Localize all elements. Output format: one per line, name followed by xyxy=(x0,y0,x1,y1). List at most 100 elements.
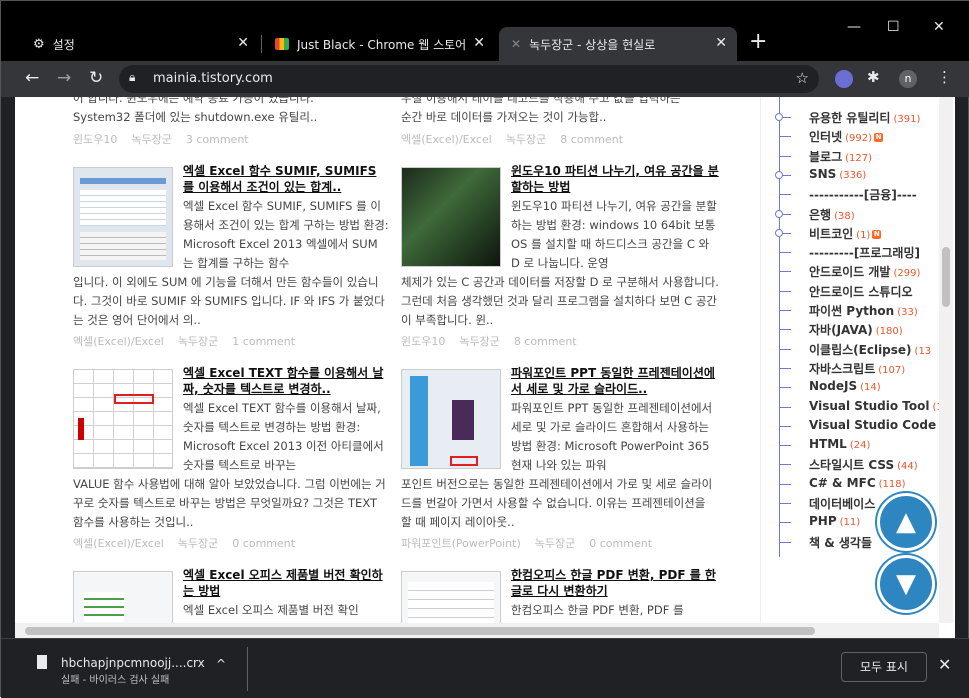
post-category[interactable]: 엑셀(Excel)/Excel xyxy=(73,335,164,348)
post-author[interactable]: 녹두장군 xyxy=(535,537,575,550)
maximize-button[interactable]: ☐ xyxy=(887,19,900,35)
post-card[interactable]: 파워포인트 PPT 동일한 프레젠테이션에서 세로 및 가로 슬라이드.. 파워… xyxy=(401,365,719,550)
post-title[interactable]: 엑셀 Excel 함수 SUMIF, SUMIFS 를 이용해서 조건이 있는 … xyxy=(183,163,391,195)
scroll-down-button[interactable]: ▼ xyxy=(877,555,935,613)
sidebar-category-item[interactable]: 자바(JAVA) (180) xyxy=(809,321,903,338)
sidebar-category-item[interactable]: 책 & 생각들 xyxy=(809,534,872,551)
post-author[interactable]: 녹두장군 xyxy=(131,133,171,146)
close-download-bar-button[interactable]: ✕ xyxy=(938,655,951,674)
sidebar-category-item[interactable]: 안드로이드 개발 (299) xyxy=(809,263,920,280)
post-category[interactable]: 파워포인트(PowerPoint) xyxy=(401,537,521,550)
tab-settings[interactable]: ⚙ 설정 ✕ xyxy=(21,27,259,61)
post-comments[interactable]: 3 comment xyxy=(186,133,249,146)
sidebar-category-item[interactable]: 파이썬 Python (33) xyxy=(809,302,918,319)
category-count: (336) xyxy=(839,169,867,181)
post-author[interactable]: 녹두장군 xyxy=(178,335,218,348)
profile-avatar[interactable]: n xyxy=(899,70,917,88)
download-filename[interactable]: hbchapjnpcmnoojj....crx xyxy=(61,656,205,670)
scroll-up-button[interactable]: ▲ xyxy=(877,493,935,551)
minimize-button[interactable]: — xyxy=(847,19,861,35)
post-thumbnail[interactable] xyxy=(401,167,501,267)
post-thumbnail[interactable] xyxy=(73,167,173,267)
post-excerpt: 윈도우10 파티션 나누기, 여유 공간을 분할하는 방법 환경: window… xyxy=(511,199,717,270)
post-title[interactable]: 엑셀 Excel TEXT 함수를 이용해서 날짜, 숫자를 텍스트로 변경하.… xyxy=(183,365,391,397)
sidebar-category-item[interactable]: 블로그 (127) xyxy=(809,148,872,165)
sidebar-category-item[interactable]: 데이터베이스 xyxy=(809,495,875,512)
sidebar-category-item[interactable]: 이클립스(Eclipse) (13 xyxy=(809,341,931,358)
post-excerpt-continued: VALUE 함수 사용법에 대해 알아 보았었습니다. 그럼 이번에는 거꾸로 … xyxy=(73,477,386,529)
lock-icon[interactable]: 🔒︎ xyxy=(129,70,135,85)
post-comments[interactable]: 8 comment xyxy=(514,335,577,348)
post-author[interactable]: 녹두장군 xyxy=(178,537,218,550)
back-button[interactable]: ← xyxy=(25,68,39,88)
post-category[interactable]: 엑셀(Excel)/Excel xyxy=(73,537,164,550)
post-category[interactable]: 엑셀(Excel)/Excel xyxy=(401,133,492,146)
show-all-button[interactable]: 모두 표시 xyxy=(841,652,927,682)
post-meta: 윈도우10 녹두장군 3 comment xyxy=(73,131,263,147)
sidebar-category-item[interactable]: Visual Studio Code( xyxy=(809,418,943,432)
tree-branch xyxy=(779,290,791,292)
vertical-scrollbar[interactable] xyxy=(939,97,953,623)
tab-blog[interactable]: ✕ 녹두장군 - 상상을 현실로 ✕ xyxy=(499,27,737,61)
post-card[interactable]: 윈도우10 파티션 나누기, 여유 공간을 분할하는 방법 윈도우10 파티션 … xyxy=(401,163,719,348)
tree-node-icon xyxy=(775,228,783,237)
address-bar[interactable]: 🔒︎ mainia.tistory.com ☆ xyxy=(119,65,819,93)
window-close-button[interactable]: ✕ xyxy=(933,19,945,35)
reload-button[interactable]: ↻ xyxy=(89,68,103,88)
post-comments[interactable]: 1 comment xyxy=(232,335,295,348)
url-text[interactable]: mainia.tistory.com xyxy=(153,71,273,86)
sidebar-category-item[interactable]: HTML (24) xyxy=(809,437,870,451)
post-comments[interactable]: 8 comment xyxy=(560,133,623,146)
sidebar-category-item[interactable]: 자바스크립트 (107) xyxy=(809,360,905,377)
close-icon[interactable]: ✕ xyxy=(715,35,727,51)
post-title[interactable]: 엑셀 Excel 오피스 제품별 버전 확인하는 방법 xyxy=(183,567,391,599)
sidebar-category-item[interactable]: 스타일시트 CSS (44) xyxy=(809,456,918,473)
post-category[interactable]: 윈도우10 xyxy=(401,335,445,348)
arrow-up-icon: ▲ xyxy=(896,507,916,537)
post-card[interactable]: 엑셀 Excel 함수 SUMIF, SUMIFS 를 이용해서 조건이 있는 … xyxy=(73,163,391,348)
sidebar-category-item[interactable]: -----------[금융]---- xyxy=(809,186,917,203)
close-icon[interactable]: ✕ xyxy=(237,35,249,51)
close-icon[interactable]: ✕ xyxy=(473,35,485,51)
post-comments[interactable]: 0 comment xyxy=(232,537,295,550)
post-author[interactable]: 녹두장군 xyxy=(506,133,546,146)
post-excerpt-continued: 입니다. 이 외에도 SUM 에 기능을 더해서 만든 함수들이 있습니다. 그… xyxy=(73,275,385,327)
extension-shield-icon[interactable] xyxy=(835,70,853,88)
scrollbar-thumb[interactable] xyxy=(25,627,815,635)
post-title[interactable]: 한컴오피스 한글 PDF 변환, PDF 를 한글로 다시 변환하기 xyxy=(511,567,719,599)
post-title[interactable]: 윈도우10 파티션 나누기, 여유 공간을 분할하는 방법 xyxy=(511,163,719,195)
tree-line xyxy=(779,97,780,557)
menu-icon[interactable]: ⋮ xyxy=(937,68,952,86)
sidebar-category-item[interactable]: 인터넷 (992) N xyxy=(809,128,884,145)
horizontal-scrollbar[interactable] xyxy=(15,623,939,638)
sidebar-category-item[interactable]: 유용한 유틸리티 (391) xyxy=(809,109,920,126)
forward-button[interactable]: → xyxy=(57,68,71,88)
chevron-up-icon[interactable]: ^ xyxy=(216,657,226,671)
post-category[interactable]: 윈도우10 xyxy=(73,133,117,146)
extensions-puzzle-icon[interactable]: ✱ xyxy=(867,68,885,86)
post-author[interactable]: 녹두장군 xyxy=(459,335,499,348)
post-thumbnail[interactable] xyxy=(73,369,173,469)
tab-webstore[interactable]: Just Black - Chrome 웹 스토어 ✕ xyxy=(263,27,495,61)
sidebar-category-item[interactable]: 비트코인 (1) N xyxy=(809,225,882,242)
category-sidebar: 유용한 유틸리티 (391) 인터넷 (992) N 블로그 (127) SNS (336) --… xyxy=(760,97,955,638)
sidebar-category-item[interactable]: PHP (11) xyxy=(809,514,860,528)
scrollbar-thumb[interactable] xyxy=(942,247,950,307)
sidebar-category-item[interactable]: C# & MFC (118) xyxy=(809,476,906,490)
sidebar-category-item[interactable]: ---------[프로그래밍] xyxy=(809,244,920,261)
bookmark-star-icon[interactable]: ☆ xyxy=(796,69,809,87)
post-comments[interactable]: 0 comment xyxy=(589,537,652,550)
gear-icon: ⚙ xyxy=(33,36,45,52)
sidebar-category-item[interactable]: 은행 (38) xyxy=(809,206,855,223)
category-count: (127) xyxy=(845,152,873,164)
file-icon xyxy=(37,655,47,669)
sidebar-category-item[interactable]: Visual Studio Tool (1 xyxy=(809,399,943,413)
post-card[interactable]: 엑셀 Excel TEXT 함수를 이용해서 날짜, 숫자를 텍스트로 변경하.… xyxy=(73,365,391,550)
sidebar-category-item[interactable]: 안드로이드 스튜디오 xyxy=(809,283,913,300)
sidebar-category-item[interactable]: SNS (336) xyxy=(809,167,866,181)
tab-title: 설정 xyxy=(52,37,75,52)
post-thumbnail[interactable] xyxy=(401,369,501,469)
sidebar-category-item[interactable]: NodeJS (14) xyxy=(809,379,881,393)
new-tab-button[interactable]: + xyxy=(749,31,767,53)
post-title[interactable]: 파워포인트 PPT 동일한 프레젠테이션에서 세로 및 가로 슬라이드.. xyxy=(511,365,719,397)
